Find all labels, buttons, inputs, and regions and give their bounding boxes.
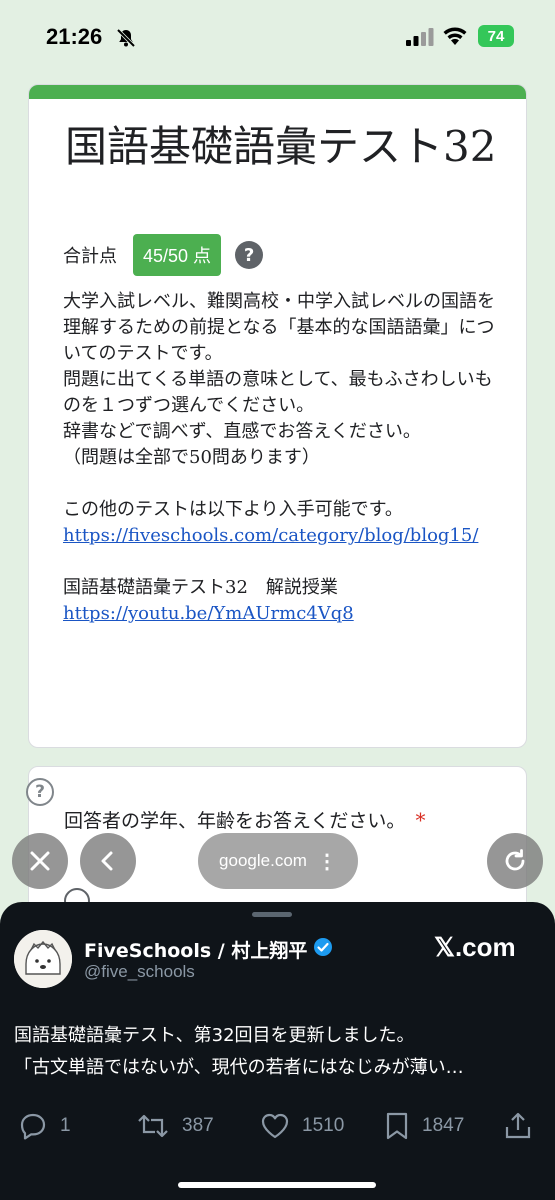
url-bar[interactable]: google.com ⋮ — [198, 833, 358, 889]
description-line: （問題は全部で50問あります） — [63, 447, 320, 468]
tweet-line: 「古文単語ではないが、現代の若者にはなじみが薄い… — [14, 1057, 464, 1078]
share-icon — [505, 1112, 531, 1139]
tweet-text[interactable]: 国語基礎語彙テスト、第32回目を更新しました。 「古文単語ではないが、現代の若者… — [14, 1020, 544, 1084]
description-line: 問題に出てくる単語の意味として、最もふさわしいものを１つずつ選んでください。 — [63, 369, 493, 416]
tweet-line: 国語基礎語彙テスト、第32回目を更新しました。 — [14, 1025, 415, 1046]
other-tests-link[interactable]: https://fiveschools.com/category/blog/bl… — [63, 525, 478, 546]
form-header-card: 国語基礎語彙テスト32 合計点 45/50 点 ? 大学入試レベル、難関高校・中… — [28, 84, 527, 748]
bookmark-count: 1847 — [422, 1115, 465, 1136]
score-label: 合計点 — [63, 246, 117, 267]
description-line: 大学入試レベル、難関高校・中学入試レベルの国語を理解するための前提となる「基本的… — [63, 291, 495, 364]
avatar[interactable] — [14, 930, 72, 988]
author-name[interactable]: FiveSchools / 村上翔平 — [84, 936, 333, 963]
more-options-icon[interactable]: ⋮ — [317, 849, 337, 874]
lecture-link[interactable]: https://youtu.be/YmAUrmc4Vq8 — [63, 603, 354, 624]
close-button[interactable] — [12, 833, 68, 889]
home-indicator[interactable] — [178, 1182, 376, 1188]
wifi-icon — [442, 26, 468, 50]
retweet-button[interactable]: 387 — [136, 1108, 214, 1144]
question-text: 回答者の学年、年齢をお答えください。 * — [64, 806, 425, 833]
author-handle[interactable]: @five_schools — [84, 962, 195, 982]
description-line: 辞書などで調べず、直感でお答えください。 — [63, 421, 421, 442]
like-button[interactable]: 1510 — [260, 1108, 344, 1144]
back-icon — [101, 851, 113, 871]
required-mark: * — [415, 808, 426, 832]
form-accent-bar — [29, 85, 526, 99]
form-title: 国語基礎語彙テスト32 — [65, 122, 497, 171]
url-text: google.com — [219, 851, 307, 870]
form-description: 大学入試レベル、難関高校・中学入試レベルの国語を理解するための前提となる「基本的… — [63, 289, 503, 627]
reply-count: 1 — [60, 1115, 71, 1136]
lecture-text: 国語基礎語彙テスト32 解説授業 — [63, 577, 338, 598]
score-row: 合計点 45/50 点 ? — [63, 234, 264, 276]
battery-charging-icon: 74 — [478, 25, 514, 47]
close-icon — [30, 851, 50, 871]
like-count: 1510 — [302, 1115, 345, 1136]
question-help-icon[interactable]: ? — [26, 778, 54, 806]
clock-time: 21:26 — [46, 24, 103, 49]
retweet-count: 387 — [182, 1115, 214, 1136]
other-tests-text: この他のテストは以下より入手可能です。 — [63, 499, 403, 520]
reply-button[interactable]: 1 — [18, 1108, 71, 1144]
heart-icon — [261, 1113, 289, 1139]
share-button[interactable] — [504, 1108, 544, 1144]
retweet-icon — [138, 1114, 168, 1138]
help-icon[interactable]: ? — [235, 241, 264, 269]
bookmark-button[interactable]: 1847 — [384, 1108, 464, 1144]
bell-slash-icon — [116, 28, 136, 52]
x-logo-label: 𝕏.com — [434, 932, 516, 962]
bookmark-icon — [386, 1112, 408, 1140]
reload-button[interactable] — [487, 833, 543, 889]
author-name-text: FiveSchools / 村上翔平 — [84, 940, 308, 962]
back-button[interactable] — [80, 833, 136, 889]
verified-badge-icon — [313, 937, 333, 962]
reply-icon — [20, 1113, 46, 1140]
status-bar: 21:26 74 — [0, 0, 555, 72]
reload-icon — [505, 849, 525, 871]
cellular-signal-icon — [406, 28, 434, 50]
battery-level: 74 — [487, 27, 505, 45]
score-badge: 45/50 点 — [133, 234, 222, 276]
sheet-grabber[interactable] — [252, 912, 292, 917]
question-label: 回答者の学年、年齢をお答えください。 — [64, 810, 406, 832]
tweet-actions: 1 387 1510 1847 — [0, 1108, 555, 1144]
